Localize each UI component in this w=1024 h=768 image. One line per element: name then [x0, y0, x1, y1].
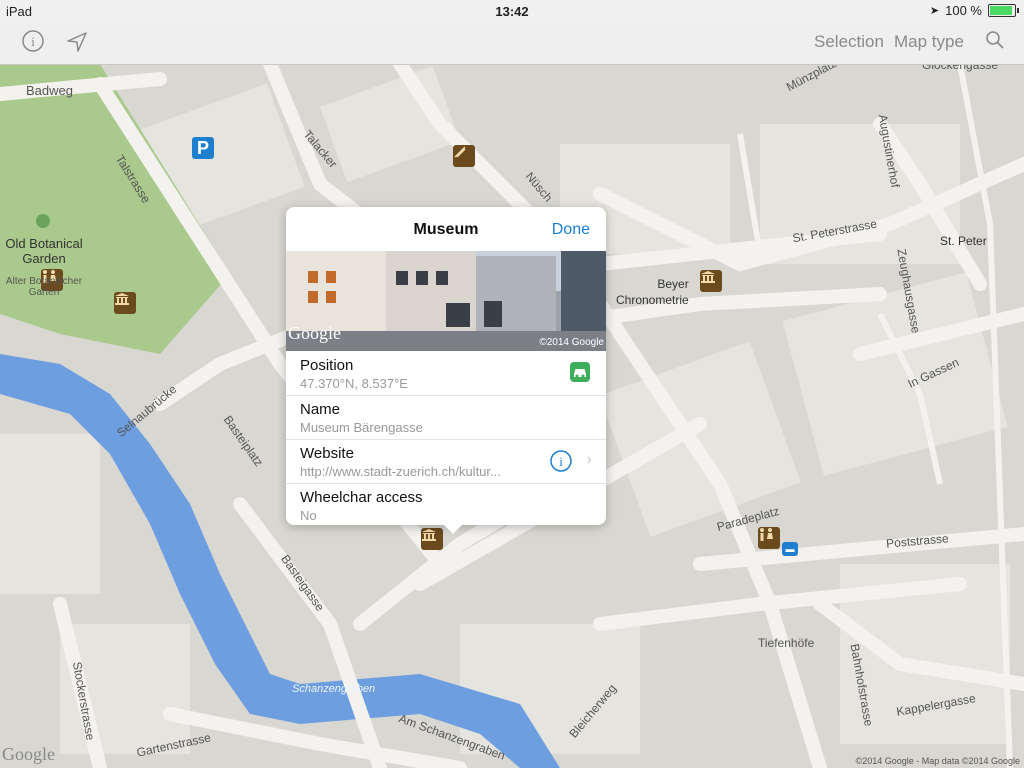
info-detail-icon[interactable]: i	[550, 450, 572, 477]
status-right: ➤ 100 %	[929, 3, 1019, 18]
chevron-right-icon[interactable]: ›	[587, 451, 592, 469]
svg-text:i: i	[31, 34, 35, 49]
museum-icon[interactable]	[700, 270, 722, 292]
google-logo: Google	[2, 744, 55, 764]
svg-text:i: i	[559, 454, 563, 469]
website-key: Website	[300, 445, 354, 462]
selection-button[interactable]: Selection	[814, 32, 884, 52]
restroom-icon[interactable]	[758, 527, 780, 549]
position-row[interactable]: Position 47.370°N, 8.537°E	[286, 351, 606, 396]
street-view-photo[interactable]: Google ©2014 Google	[286, 251, 606, 351]
popover-arrow	[443, 524, 463, 534]
done-button[interactable]: Done	[552, 221, 590, 239]
location-arrow-icon: ➤	[929, 5, 940, 17]
name-row: Name Museum Bärengasse	[286, 395, 606, 440]
photo-google-logo: Google	[288, 323, 341, 343]
location-icon[interactable]	[66, 31, 88, 58]
website-row[interactable]: Website http://www.stadt-zuerich.ch/kult…	[286, 439, 606, 484]
position-key: Position	[300, 357, 354, 374]
place-label: Beyer Chronometrie	[616, 277, 689, 307]
museum-icon[interactable]	[114, 292, 136, 314]
parking-icon[interactable]: P	[192, 137, 214, 159]
info-icon[interactable]: i	[22, 30, 44, 57]
photo-copyright: ©2014 Google	[539, 337, 604, 348]
clock: 13:42	[495, 4, 529, 19]
search-icon[interactable]	[985, 30, 1005, 55]
place-sub-label: Alter Botanischer Garten	[5, 276, 83, 298]
name-key: Name	[300, 401, 341, 418]
place-label: St. Peter	[940, 234, 987, 248]
wheelchair-row: Wheelchar access No	[286, 483, 606, 525]
tree-icon	[36, 214, 50, 228]
map-copyright: ©2014 Google - Map data ©2014 Google	[855, 756, 1020, 766]
car-icon[interactable]	[570, 362, 590, 382]
museum-poi-icon[interactable]	[453, 145, 475, 167]
museum-selected-icon[interactable]	[421, 528, 443, 550]
street-label: Badweg	[26, 83, 73, 98]
toolbar: i Selection Map type	[0, 22, 1024, 65]
status-bar: iPad 13:42 ➤ 100 %	[0, 0, 1024, 22]
battery-label: 100 %	[945, 3, 982, 18]
battery-icon	[988, 4, 1019, 17]
museum-popover: Museum Done Google ©2014 Google Position…	[286, 207, 606, 525]
wheelchair-value: No	[300, 508, 317, 523]
position-value: 47.370°N, 8.537°E	[300, 376, 408, 391]
water-label: Schanzengraben	[292, 683, 376, 695]
website-value: http://www.stadt-zuerich.ch/kultur...	[300, 464, 501, 479]
wheelchair-key: Wheelchar access	[300, 489, 423, 506]
place-label: Old Botanical Garden	[5, 236, 83, 266]
name-value: Museum Bärengasse	[300, 420, 423, 435]
street-label: Tiefenhöfe	[758, 636, 815, 650]
map-type-button[interactable]: Map type	[894, 32, 964, 52]
bus-stop-icon[interactable]: ▬	[782, 542, 798, 556]
